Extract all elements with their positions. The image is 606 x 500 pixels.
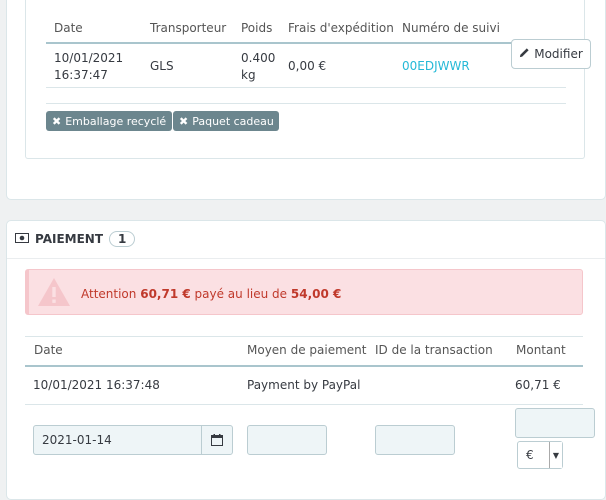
money-icon bbox=[15, 232, 29, 246]
payment-date: 10/01/2021 16:37:48 bbox=[33, 378, 160, 392]
payment-title-text: PAIEMENT bbox=[35, 232, 104, 246]
alert-middle: payé au lieu de bbox=[194, 287, 288, 301]
alert-prefix: Attention bbox=[81, 287, 137, 301]
shipping-weight-value: 0.400 bbox=[241, 51, 276, 65]
payment-method-input[interactable] bbox=[247, 425, 327, 455]
calendar-icon[interactable] bbox=[201, 426, 232, 454]
amount-input[interactable] bbox=[515, 408, 595, 438]
tag-recycled-packaging: ✖ Emballage recyclé bbox=[46, 111, 172, 131]
alert-expected-amount: 54,00 € bbox=[290, 287, 342, 301]
payment-count-badge: 1 bbox=[109, 231, 136, 247]
row-divider bbox=[46, 87, 566, 88]
pay-row-divider bbox=[25, 404, 583, 405]
payment-alert: Attention 60,71 € payé au lieu de 54,00 … bbox=[25, 269, 583, 315]
col-fee-header: Frais d'expédition bbox=[288, 21, 394, 35]
pay-col-date-header: Date bbox=[34, 343, 63, 357]
title-divider bbox=[7, 258, 605, 259]
alert-paid-amount: 60,71 € bbox=[140, 287, 191, 301]
shipping-carrier: GLS bbox=[150, 59, 174, 73]
transaction-id-input[interactable] bbox=[375, 425, 455, 455]
close-icon: ✖ bbox=[179, 114, 189, 128]
pay-col-method-header: Moyen de paiement bbox=[247, 343, 367, 357]
alert-message: Attention 60,71 € payé au lieu de 54,00 … bbox=[81, 287, 341, 301]
warning-icon bbox=[37, 277, 71, 310]
tracking-link[interactable]: 00EDJWWR bbox=[402, 59, 470, 73]
col-tracking-header: Numéro de suivi bbox=[402, 21, 500, 35]
col-carrier-header: Transporteur bbox=[150, 21, 227, 35]
pay-header-divider bbox=[25, 365, 583, 367]
payment-amount: 60,71 € bbox=[515, 378, 561, 392]
payment-method: Payment by PayPal bbox=[247, 378, 361, 392]
tag-label: Paquet cadeau bbox=[192, 114, 274, 128]
payment-title: PAIEMENT 1 bbox=[15, 231, 136, 247]
shipping-date: 10/01/2021 bbox=[54, 51, 124, 65]
dropdown-arrow-icon: ▼ bbox=[549, 442, 562, 468]
close-icon: ✖ bbox=[52, 114, 62, 128]
currency-value: € bbox=[526, 448, 534, 462]
shipping-fee: 0,00 € bbox=[288, 59, 327, 73]
pay-col-amount-header: Montant bbox=[516, 343, 566, 357]
header-divider bbox=[46, 42, 566, 44]
col-weight-header: Poids bbox=[241, 21, 273, 35]
shipping-weight-unit: kg bbox=[241, 68, 256, 82]
pay-col-transaction-header: ID de la transaction bbox=[375, 343, 493, 357]
shipping-time: 16:37:47 bbox=[54, 68, 108, 82]
shipping-panel: Date Transporteur Poids Frais d'expéditi… bbox=[6, 0, 606, 200]
pencil-icon bbox=[519, 47, 530, 61]
shipping-table-card: Date Transporteur Poids Frais d'expéditi… bbox=[25, 0, 591, 159]
edit-shipping-button[interactable]: Modifier bbox=[511, 39, 591, 69]
tag-gift-package: ✖ Paquet cadeau bbox=[173, 111, 279, 131]
payment-table-top bbox=[25, 336, 583, 337]
edit-label: Modifier bbox=[534, 47, 583, 61]
currency-select[interactable]: € ▼ bbox=[517, 441, 563, 469]
tag-label: Emballage recyclé bbox=[65, 114, 167, 128]
payment-panel: PAIEMENT 1 Attention 60,71 € payé au lie… bbox=[6, 220, 606, 500]
table-bottom-divider bbox=[46, 103, 566, 104]
payment-date-input[interactable]: 2021-01-14 bbox=[33, 425, 233, 455]
date-input-value: 2021-01-14 bbox=[42, 433, 112, 447]
col-date-header: Date bbox=[54, 21, 83, 35]
